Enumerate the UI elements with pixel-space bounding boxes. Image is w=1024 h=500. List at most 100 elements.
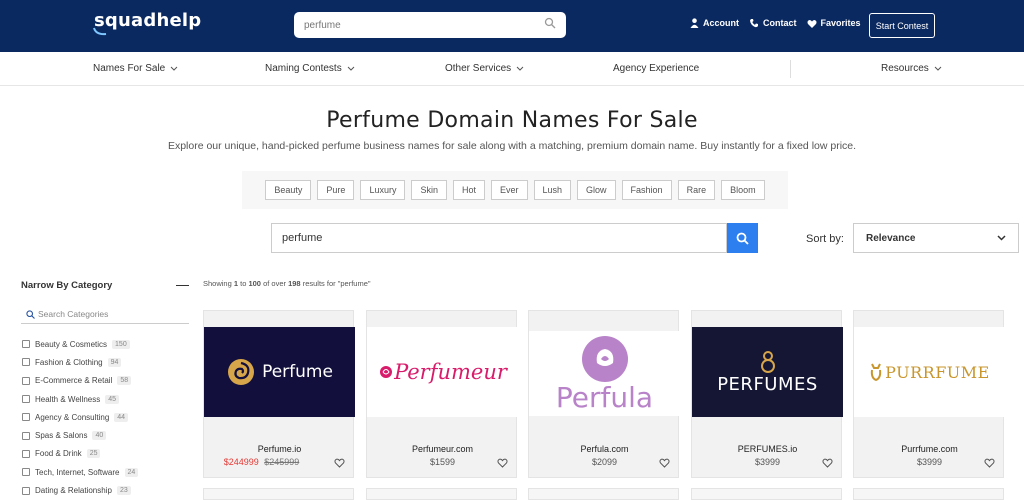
- category-item[interactable]: Food & Drink 25: [22, 445, 138, 463]
- bottle-logo-icon: [760, 350, 775, 373]
- contact-label: Contact: [763, 18, 797, 28]
- tag-button[interactable]: Ever: [490, 180, 528, 200]
- domain-logo-image: PERFUMES: [692, 327, 843, 417]
- favorite-heart-icon[interactable]: [659, 458, 670, 468]
- favorite-heart-icon[interactable]: [334, 458, 345, 468]
- nav-resources[interactable]: Resources: [881, 63, 942, 74]
- tag-button[interactable]: Glow: [577, 180, 616, 200]
- category-item[interactable]: Spas & Salons 40: [22, 426, 138, 444]
- domain-card[interactable]: Perfula Perfula.com $2099: [528, 310, 680, 478]
- chevron-down-icon: [997, 235, 1006, 241]
- category-item[interactable]: Beauty & Cosmetics 150: [22, 335, 138, 353]
- category-label: Tech, Internet, Software: [35, 467, 120, 477]
- nav-agency-experience[interactable]: Agency Experience: [613, 63, 699, 74]
- tag-button[interactable]: Luxury: [360, 180, 406, 200]
- results-of-word: of over: [260, 279, 289, 288]
- category-item[interactable]: E-Commerce & Retail 58: [22, 372, 138, 390]
- favorites-label: Favorites: [820, 18, 861, 28]
- domain-card-partial[interactable]: [203, 488, 354, 500]
- account-link[interactable]: Account: [690, 18, 739, 28]
- logo-swoosh-icon: [93, 27, 107, 36]
- main-search-button[interactable]: [727, 223, 758, 253]
- domain-name: Perfumeur.com: [411, 444, 474, 454]
- domain-card-partial[interactable]: [366, 488, 517, 500]
- category-item[interactable]: Health & Wellness 45: [22, 390, 138, 408]
- cat-logo-icon: [870, 363, 882, 382]
- tag-button[interactable]: Hot: [452, 180, 485, 200]
- collapse-icon[interactable]: [176, 285, 189, 286]
- category-search-placeholder: Search Categories: [38, 309, 109, 319]
- category-count: 45: [105, 394, 120, 404]
- main-search-input[interactable]: perfume: [271, 223, 727, 253]
- nav-label: Resources: [881, 63, 929, 74]
- flower-logo-icon: [581, 335, 628, 382]
- category-count: 150: [112, 339, 130, 349]
- domain-card-partial[interactable]: [853, 488, 1004, 500]
- page-subtitle: Explore our unique, hand-picked perfume …: [167, 140, 857, 152]
- domain-price: $2099: [591, 457, 618, 467]
- sort-select[interactable]: Relevance: [853, 223, 1019, 253]
- header-links: Account Contact Favorites: [690, 18, 861, 28]
- checkbox[interactable]: [22, 486, 30, 495]
- nav-other-services[interactable]: Other Services: [445, 63, 524, 74]
- tag-button[interactable]: Rare: [677, 180, 716, 200]
- category-search-input[interactable]: Search Categories: [21, 305, 189, 324]
- favorite-heart-icon[interactable]: [822, 458, 833, 468]
- start-contest-button[interactable]: Start Contest: [869, 13, 935, 38]
- domain-price: $3999: [916, 457, 943, 467]
- tag-button[interactable]: Skin: [411, 180, 447, 200]
- search-icon: [736, 232, 749, 245]
- domain-logo-image: Perfula: [529, 331, 680, 416]
- domain-name: Perfula.com: [580, 444, 629, 454]
- logo-text: Perfume: [262, 362, 333, 382]
- tag-button[interactable]: Pure: [317, 180, 355, 200]
- checkbox[interactable]: [22, 358, 30, 367]
- checkbox[interactable]: [22, 395, 30, 404]
- checkbox[interactable]: [22, 413, 30, 422]
- category-count: 40: [92, 431, 107, 441]
- checkbox[interactable]: [22, 431, 30, 440]
- domain-name: Purrfume.com: [901, 444, 958, 454]
- nav-names-for-sale[interactable]: Names For Sale: [93, 63, 178, 74]
- domain-card[interactable]: PURRFUME Purrfume.com $3999: [853, 310, 1005, 478]
- nav-label: Naming Contests: [265, 63, 342, 74]
- nav-divider: [790, 60, 791, 78]
- sidebar-title: Narrow By Category: [21, 280, 113, 291]
- domain-card-partial[interactable]: [528, 488, 679, 500]
- category-item[interactable]: Agency & Consulting 44: [22, 408, 138, 426]
- category-label: Dating & Relationship: [35, 486, 112, 496]
- logo-text: PERFUMES: [717, 373, 818, 395]
- tag-button[interactable]: Beauty: [265, 180, 312, 200]
- domain-card-partial[interactable]: [691, 488, 842, 500]
- category-item[interactable]: Tech, Internet, Software 24: [22, 463, 139, 481]
- logo-text: Perfula: [555, 380, 654, 414]
- header-search-input[interactable]: perfume: [294, 12, 566, 38]
- nav-label: Agency Experience: [613, 63, 700, 74]
- tag-button[interactable]: Fashion: [621, 180, 672, 200]
- domain-card[interactable]: Perfume Perfume.io $244999 $245999: [203, 310, 355, 478]
- checkbox[interactable]: [22, 376, 30, 385]
- category-item[interactable]: Fashion & Clothing 94: [22, 353, 138, 371]
- category-count: 44: [114, 412, 129, 422]
- checkbox[interactable]: [22, 449, 30, 458]
- results-to-word: to: [238, 279, 249, 288]
- domain-card[interactable]: Perfumeur Perfumeur.com $1599: [366, 310, 518, 478]
- domain-logo-image: Perfumeur: [367, 327, 518, 417]
- contact-link[interactable]: Contact: [749, 18, 797, 28]
- checkbox[interactable]: [22, 340, 30, 349]
- domain-name: PERFUMES.io: [737, 444, 798, 454]
- nav-naming-contests[interactable]: Naming Contests: [265, 63, 355, 74]
- domain-price: $1599: [429, 457, 456, 467]
- category-label: E-Commerce & Retail: [35, 376, 113, 386]
- search-icon[interactable]: [544, 17, 556, 29]
- favorite-heart-icon[interactable]: [984, 458, 995, 468]
- tag-button[interactable]: Bloom: [721, 180, 765, 200]
- favorite-heart-icon[interactable]: [497, 458, 508, 468]
- tag-button[interactable]: Lush: [533, 180, 572, 200]
- domain-card[interactable]: PERFUMES PERFUMES.io $3999: [691, 310, 843, 478]
- category-count: 25: [86, 449, 101, 459]
- top-header: squadhelp perfume Account Contact Favori…: [0, 0, 1024, 52]
- checkbox[interactable]: [22, 468, 30, 477]
- favorites-link[interactable]: Favorites: [807, 18, 861, 28]
- sort-value: Relevance: [866, 232, 916, 244]
